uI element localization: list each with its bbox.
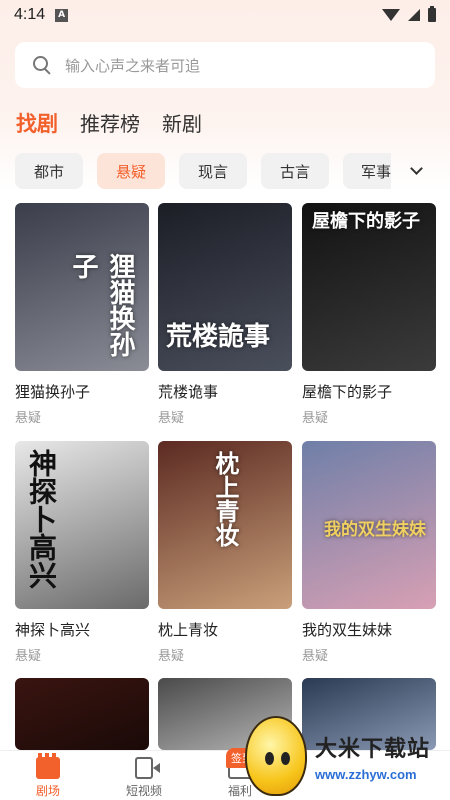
drama-card[interactable]: 枕上青妆 枕上青妆 悬疑: [158, 441, 292, 664]
poster-title-art: 荒楼詭事: [166, 322, 271, 352]
search-placeholder: 输入心声之来者可追: [65, 56, 201, 75]
drama-poster[interactable]: 狸猫换孙子: [15, 203, 149, 371]
drama-genre: 悬疑: [158, 411, 185, 426]
drama-poster[interactable]: 枕上青妆: [158, 441, 292, 609]
tab-new[interactable]: 新剧: [162, 108, 202, 137]
watermark-url: www.zzhyw.com: [315, 766, 417, 782]
status-bar: 4:14 A: [0, 0, 450, 30]
poster-title-art: 神探卜高兴: [25, 449, 58, 589]
drama-genre: 悬疑: [302, 411, 329, 426]
nav-theater-label: 剧场: [35, 784, 60, 798]
site-watermark: 大米下载站 www.zzhyw.com: [245, 712, 450, 800]
theater-icon: [36, 753, 60, 779]
nav-theater[interactable]: 剧场: [0, 753, 96, 799]
drama-genre: 悬疑: [158, 649, 185, 664]
drama-poster[interactable]: [15, 678, 149, 750]
genre-chip-suspense[interactable]: 悬疑: [97, 153, 165, 189]
genre-chip-urban[interactable]: 都市: [15, 153, 83, 189]
genre-filter: 都市 悬疑 现言 古言 军事: [15, 153, 450, 189]
watermark-name: 大米下载站: [315, 736, 431, 762]
drama-card[interactable]: 狸猫换孙子 狸猫换孙子 悬疑: [15, 203, 149, 426]
drama-title: 屋檐下的影子: [302, 383, 393, 401]
drama-card[interactable]: [15, 678, 149, 750]
drama-card[interactable]: 屋檐下的影子 屋檐下的影子 悬疑: [302, 203, 436, 426]
mascot-logo: [245, 716, 307, 796]
status-icons: [382, 6, 436, 22]
genre-chip-modern-romance[interactable]: 现言: [179, 153, 247, 189]
poster-title-art: 屋檐下的影子: [312, 211, 420, 232]
drama-genre: 悬疑: [15, 649, 42, 664]
drama-card[interactable]: 我的双生妹妹 我的双生妹妹 悬疑: [302, 441, 436, 664]
nav-short-video-label: 短视频: [125, 784, 162, 798]
wifi-icon: [382, 9, 400, 21]
drama-poster[interactable]: 神探卜高兴: [15, 441, 149, 609]
drama-title: 荒楼诡事: [158, 383, 219, 401]
drama-genre: 悬疑: [15, 411, 42, 426]
drama-card[interactable]: 荒楼詭事荒楼诡事悬疑: [158, 203, 292, 426]
signal-icon: [408, 9, 420, 21]
top-tabs: 找剧 推荐榜 新剧: [16, 108, 202, 138]
nav-short-video[interactable]: 短视频: [96, 757, 192, 799]
drama-title: 枕上青妆: [158, 621, 219, 639]
drama-title: 我的双生妹妹: [302, 621, 393, 639]
poster-title-art: 狸猫换孙子: [68, 253, 135, 357]
drama-poster[interactable]: 荒楼詭事: [158, 203, 292, 371]
drama-card[interactable]: 神探卜高兴 神探卜高兴 悬疑: [15, 441, 149, 664]
genre-chip-military[interactable]: 军事: [343, 153, 391, 189]
drama-genre: 悬疑: [302, 649, 329, 664]
status-time: 4:14: [14, 6, 46, 23]
tab-find[interactable]: 找剧: [16, 108, 58, 138]
watermark-text: 大米下载站 www.zzhyw.com: [315, 731, 430, 782]
tab-ranking[interactable]: 推荐榜: [80, 108, 140, 137]
drama-poster[interactable]: 我的双生妹妹: [302, 441, 436, 609]
search-input[interactable]: 输入心声之来者可追: [15, 42, 435, 88]
search-icon: [33, 56, 51, 74]
poster-title-art: 枕上青妆: [211, 451, 240, 547]
a-icon: A: [55, 8, 69, 22]
genre-chip-ancient-romance[interactable]: 古言: [261, 153, 329, 189]
poster-title-art: 我的双生妹妹: [324, 520, 426, 540]
video-icon: [135, 757, 160, 779]
drama-title: 狸猫换孙子: [15, 383, 91, 401]
drama-poster[interactable]: 屋檐下的影子: [302, 203, 436, 371]
chevron-down-icon[interactable]: [406, 160, 426, 182]
drama-title: 神探卜高兴: [15, 621, 91, 639]
battery-icon: [428, 6, 436, 22]
